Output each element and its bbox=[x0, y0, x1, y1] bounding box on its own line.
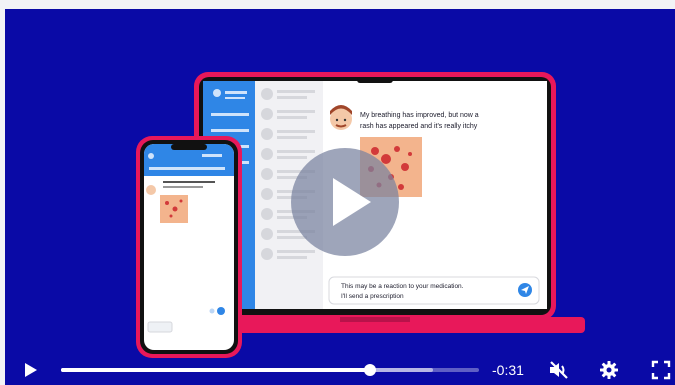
volume-muted-icon bbox=[550, 361, 568, 379]
time-remaining: -0:31 bbox=[492, 362, 524, 378]
gear-icon bbox=[600, 361, 618, 379]
settings-button[interactable] bbox=[599, 360, 619, 380]
played-bar bbox=[61, 368, 371, 372]
patient-message-line1: My breathing has improved, but now a bbox=[360, 112, 479, 119]
progress-bar[interactable] bbox=[61, 364, 479, 376]
play-icon bbox=[333, 178, 371, 226]
play-button[interactable] bbox=[21, 361, 39, 379]
control-bar: -0:31 bbox=[5, 355, 675, 385]
video-player[interactable]: My breathing has improved, but now a ras… bbox=[5, 9, 675, 385]
phone-illustration bbox=[136, 136, 242, 358]
play-icon bbox=[25, 363, 37, 377]
mute-button[interactable] bbox=[548, 360, 570, 380]
fullscreen-icon bbox=[651, 360, 671, 380]
fullscreen-button[interactable] bbox=[651, 360, 671, 380]
patient-message-line2: rash has appeared and it's really itchy bbox=[360, 123, 478, 130]
progress-thumb[interactable] bbox=[364, 364, 377, 376]
doctor-message-line1: This may be a reaction to your medicatio… bbox=[341, 283, 464, 290]
big-play-button[interactable] bbox=[291, 148, 399, 256]
doctor-message-line2: I'll send a prescription bbox=[341, 293, 404, 300]
